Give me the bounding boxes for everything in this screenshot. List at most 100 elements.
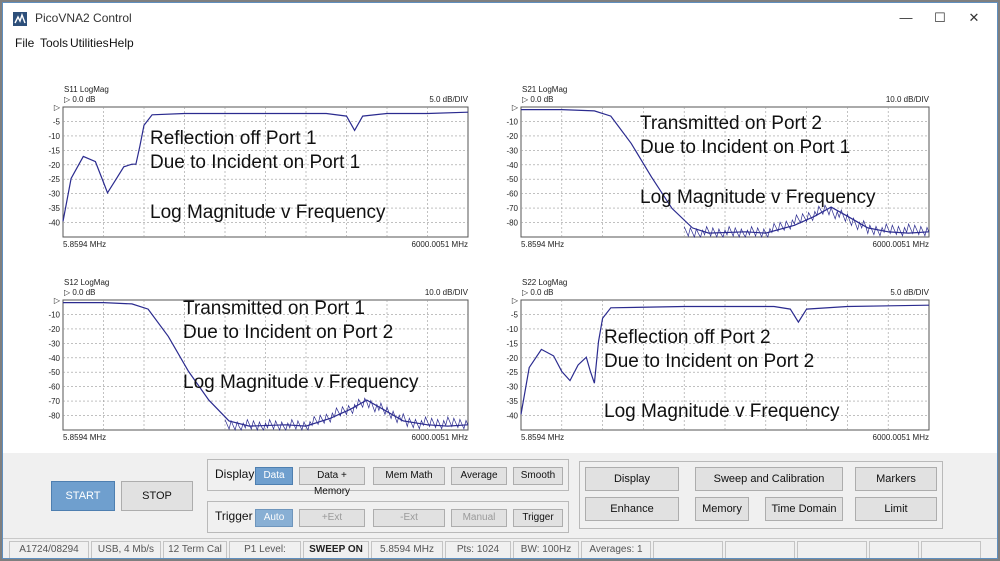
s21-annotation-line1: Transmitted on Port 2 [640, 113, 822, 134]
s12-ytick: ▷ [54, 296, 61, 305]
s12-ytick: -20 [48, 325, 60, 334]
s12-freq-stop: 6000.0051 MHz [412, 433, 468, 442]
display-data-button[interactable]: Data [255, 467, 293, 485]
s12-annotation-line3: Log Magnitude v Frequency [183, 372, 419, 393]
s12-ytick: -80 [48, 412, 60, 421]
s11-ytick: -30 [48, 190, 60, 199]
s12-title: S12 LogMag [64, 278, 109, 287]
s11-ytick: -40 [48, 219, 60, 228]
stop-button[interactable]: STOP [121, 481, 193, 511]
s11-title: S11 LogMag [64, 85, 109, 94]
menu-tools[interactable]: Tools [40, 36, 68, 50]
status-empty-1 [653, 541, 723, 558]
s21-ytick: -20 [506, 132, 518, 141]
s11-ytick: ▷ [54, 103, 61, 112]
memory-button[interactable]: Memory [695, 497, 749, 521]
title-bar: PicoVNA2 Control — ☐ ✕ [3, 3, 997, 33]
status-frequency: 5.8594 MHz [371, 541, 443, 558]
display-average-button[interactable]: Average [451, 467, 507, 485]
limit-button[interactable]: Limit [855, 497, 937, 521]
maximize-icon[interactable]: ☐ [925, 7, 955, 29]
s22-annotation-line3: Log Magnitude v Frequency [604, 401, 840, 422]
s22-annotation-line1: Reflection off Port 2 [604, 327, 771, 348]
close-icon[interactable]: ✕ [959, 7, 989, 29]
display-menu-button[interactable]: Display [585, 467, 679, 491]
s22-ytick: -35 [506, 397, 518, 406]
window-title: PicoVNA2 Control [35, 11, 132, 25]
s21-title: S21 LogMag [522, 85, 567, 94]
s12-ytick: -70 [48, 397, 60, 406]
s12-ref-level: ▷ 0.0 dB [64, 288, 96, 297]
status-empty-5 [921, 541, 981, 558]
sweep-calibration-button[interactable]: Sweep and Calibration [695, 467, 843, 491]
s11-annotation-line2: Due to Incident on Port 1 [150, 152, 361, 173]
status-calibration: 12 Term Cal [163, 541, 227, 558]
s22-ytick: -30 [506, 383, 518, 392]
trigger-plus-ext-button[interactable]: +Ext [299, 509, 365, 527]
start-button[interactable]: START [51, 481, 115, 511]
s21-ref-level: ▷ 0.0 dB [522, 95, 554, 104]
display-mem-math-button[interactable]: Mem Math [373, 467, 445, 485]
menu-utilities[interactable]: Utilities [70, 36, 109, 50]
menu-help[interactable]: Help [109, 36, 134, 50]
s22-ytick: -40 [506, 412, 518, 421]
trigger-manual-button[interactable]: Manual [451, 509, 507, 527]
s22-ytick: ▷ [512, 296, 519, 305]
status-averages: Averages: 1 [581, 541, 651, 558]
markers-button[interactable]: Markers [855, 467, 937, 491]
display-smooth-button[interactable]: Smooth [513, 467, 563, 485]
trigger-button[interactable]: Trigger [513, 509, 563, 527]
s12-ytick: -60 [48, 383, 60, 392]
status-empty-4 [869, 541, 919, 558]
trigger-group-label: Trigger [215, 509, 253, 523]
s21-annotation-line3: Log Magnitude v Frequency [640, 187, 876, 208]
s21-ytick: -40 [506, 161, 518, 170]
s22-freq-stop: 6000.0051 MHz [873, 433, 929, 442]
s22-ytick: -5 [511, 310, 519, 319]
status-empty-3 [797, 541, 867, 558]
s12-ytick: -40 [48, 354, 60, 363]
menu-file[interactable]: File [15, 36, 34, 50]
s21-ytick: -50 [506, 175, 518, 184]
s11-ytick: -20 [48, 161, 60, 170]
s21-ytick: -30 [506, 146, 518, 155]
s11-annotation-line3: Log Magnitude v Frequency [150, 202, 386, 223]
plot-area: S11 LogMag ▷ 0.0 dB 5.0 dB/DIV ▷ -5 -10 -15 -20… [3, 53, 997, 453]
trigger-minus-ext-button[interactable]: -Ext [373, 509, 445, 527]
s21-ytick: -60 [506, 190, 518, 199]
status-bandwidth: BW: 100Hz [513, 541, 579, 558]
status-bar: A1724/08294 USB, 4 Mb/s 12 Term Cal P1 L… [3, 538, 997, 558]
status-sweep: SWEEP ON [303, 541, 369, 558]
menu-bar: File Tools Utilities Help [3, 33, 997, 53]
s12-ytick: -30 [48, 339, 60, 348]
s11-ytick: -10 [48, 132, 60, 141]
s22-ytick: -25 [506, 368, 518, 377]
enhance-button[interactable]: Enhance [585, 497, 679, 521]
minimize-icon[interactable]: — [891, 7, 921, 29]
s11-annotation-line1: Reflection off Port 1 [150, 128, 317, 149]
controls-panel: START STOP Display Data Data + Memory Me… [3, 453, 997, 538]
s22-scale: 5.0 dB/DIV [890, 288, 929, 297]
s21-annotation-line2: Due to Incident on Port 1 [640, 137, 851, 158]
s11-freq-start: 5.8594 MHz [63, 240, 106, 249]
trigger-auto-button[interactable]: Auto [255, 509, 293, 527]
s12-annotation-line2: Due to Incident on Port 2 [183, 322, 394, 343]
s12-ytick: -10 [48, 310, 60, 319]
display-group-label: Display [215, 467, 255, 481]
s22-ref-level: ▷ 0.0 dB [522, 288, 554, 297]
s11-ref-level: ▷ 0.0 dB [64, 95, 96, 104]
s21-freq-stop: 6000.0051 MHz [873, 240, 929, 249]
display-data-memory-button[interactable]: Data + Memory [299, 467, 365, 497]
status-p1-level: P1 Level: -3dBm [229, 541, 301, 558]
s12-ytick: -50 [48, 368, 60, 377]
s11-ytick: -25 [48, 175, 60, 184]
time-domain-button[interactable]: Time Domain [765, 497, 843, 521]
status-usb: USB, 4 Mb/s [91, 541, 161, 558]
s12-scale: 10.0 dB/DIV [425, 288, 469, 297]
s21-scale: 10.0 dB/DIV [886, 95, 930, 104]
s22-ytick: -15 [506, 339, 518, 348]
s11-scale: 5.0 dB/DIV [429, 95, 468, 104]
status-points: Pts: 1024 [445, 541, 511, 558]
s11-ytick: -15 [48, 146, 60, 155]
plots-canvas: S11 LogMag▷ 0.0 dB 5.0 dB/DIV▷-5-10-15-20… [48, 85, 930, 442]
